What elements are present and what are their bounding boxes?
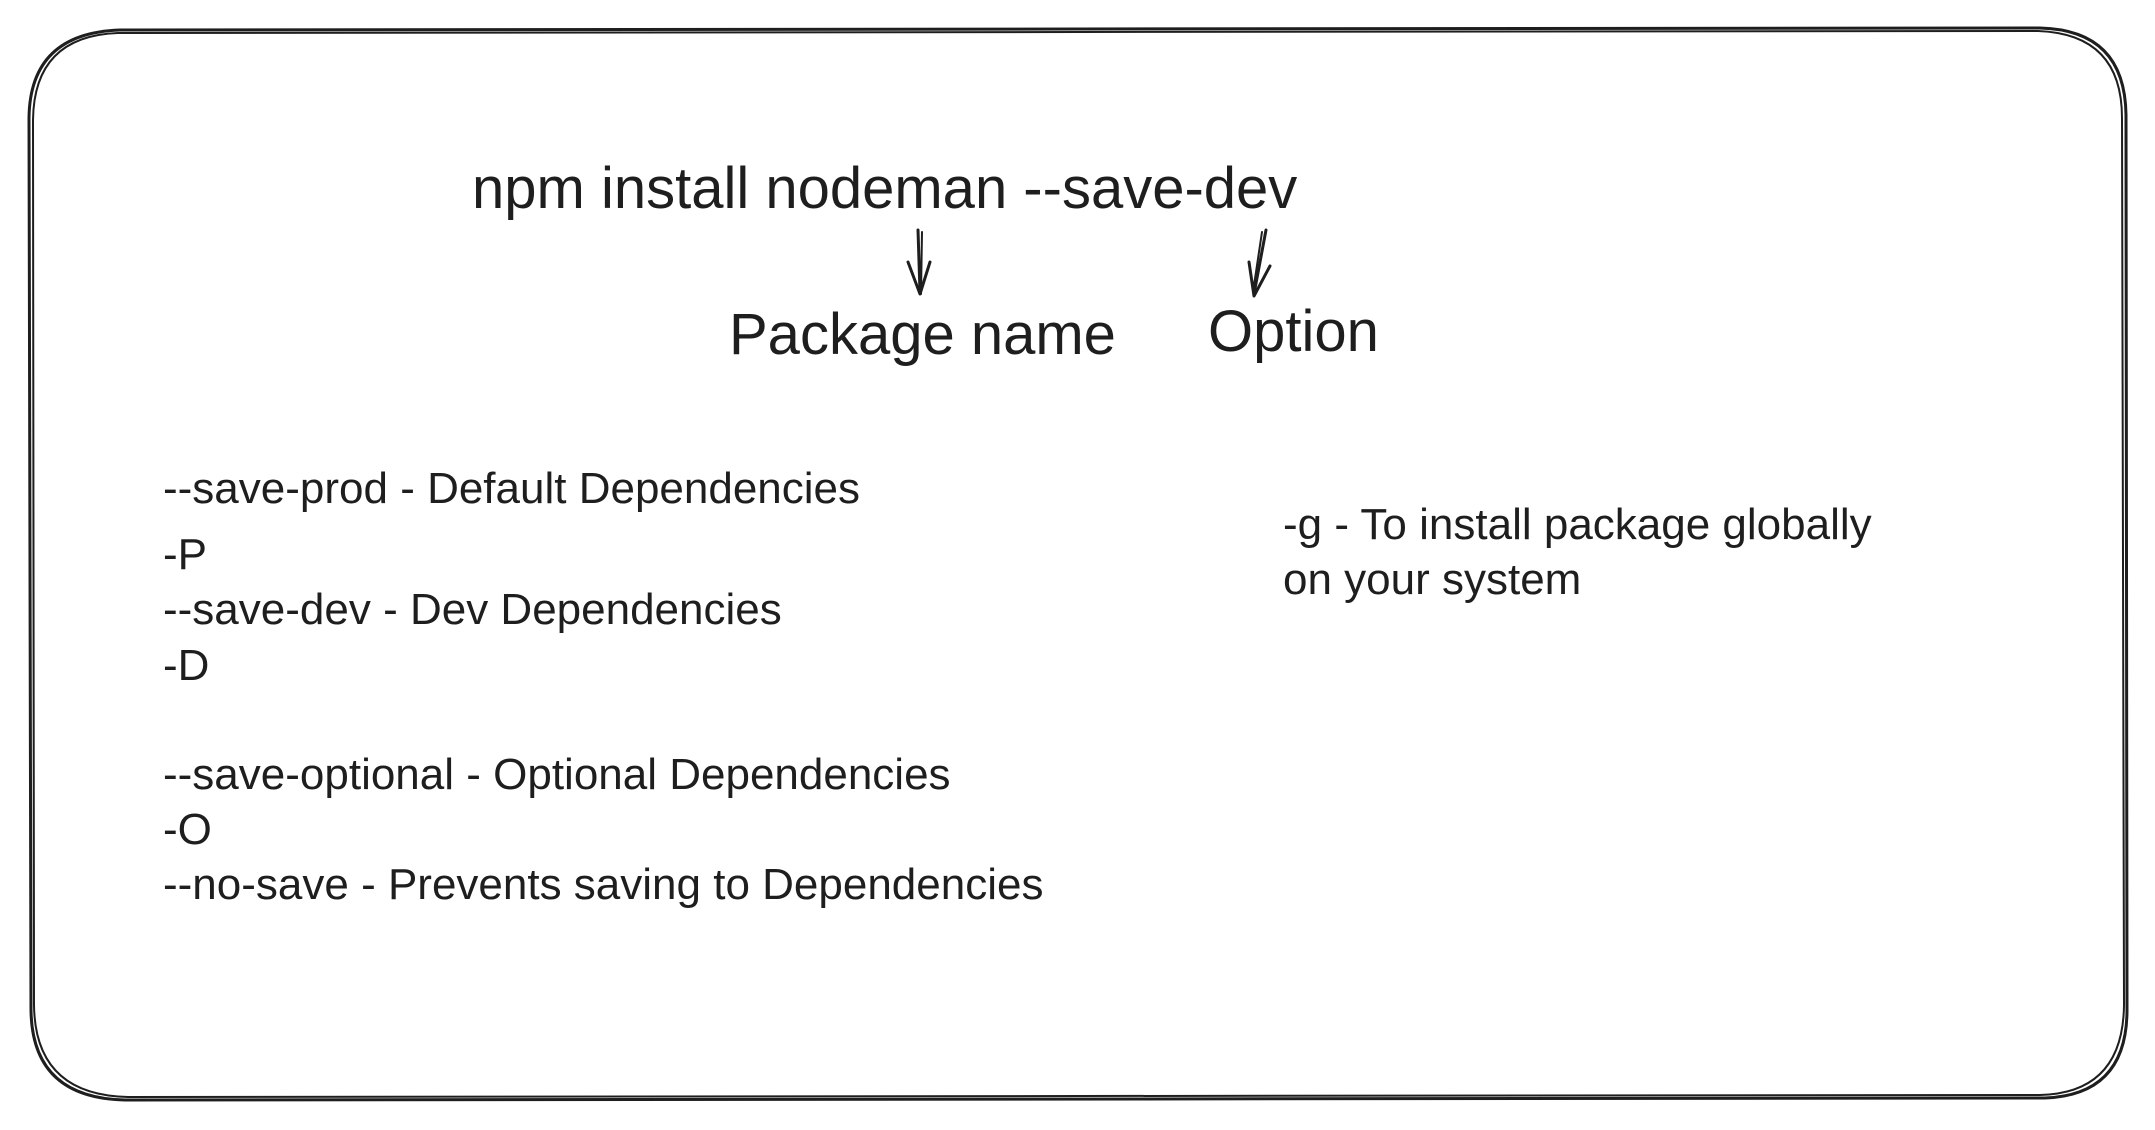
package-name-label: Package name <box>729 302 1116 367</box>
option-o: -O <box>163 805 212 854</box>
option-no-save: --no-save - Prevents saving to Dependenc… <box>163 860 1044 909</box>
option-save-dev: --save-dev - Dev Dependencies <box>163 585 782 634</box>
option-p: -P <box>163 530 207 579</box>
option-save-prod: --save-prod - Default Dependencies <box>163 464 861 513</box>
option-d: -D <box>163 641 210 690</box>
arrow-to-package-name <box>916 228 922 294</box>
option-label: Option <box>1208 299 1379 364</box>
global-note-line-1: -g - To install package globally <box>1283 500 1872 549</box>
global-note-line-2: on your system <box>1283 555 1582 604</box>
command-text: npm install nodeman --save-dev <box>472 156 1298 221</box>
option-save-optional: --save-optional - Optional Dependencies <box>163 750 951 799</box>
